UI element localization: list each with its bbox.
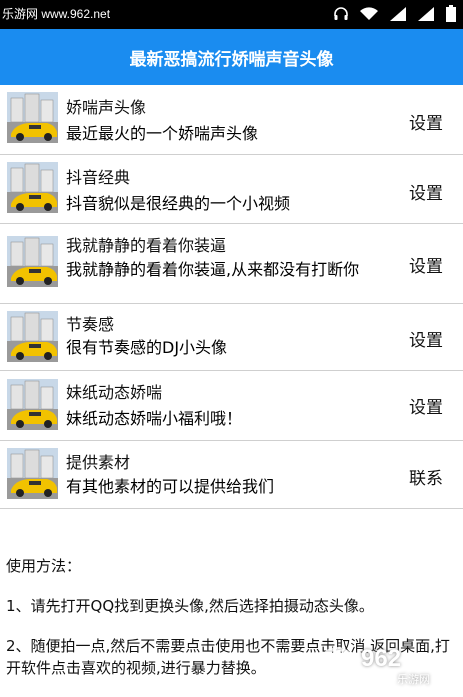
status-watermark: 乐游网 www.962.net	[2, 7, 111, 21]
item-title: 妹纸动态娇喘	[66, 383, 163, 402]
set-button[interactable]: 设置	[409, 179, 443, 204]
item-title: 节奏感	[66, 315, 115, 334]
app-title-bar: 最新恶搞流行娇喘声音头像	[0, 29, 463, 85]
avatar-thumbnail	[7, 448, 58, 499]
list-item[interactable]: 提供素材 有其他素材的可以提供给我们 联系	[0, 441, 463, 509]
wifi-icon	[359, 6, 379, 22]
list-item[interactable]: 我就静静的看着你装逼 我就静静的看着你装逼,从来都没有打断你 设置	[0, 224, 463, 304]
avatar-thumbnail	[7, 92, 58, 143]
item-subtitle: 有其他素材的可以提供给我们	[66, 477, 275, 496]
instructions-step-1: 1、请先打开QQ找到更换头像,然后选择拍摄动态头像。	[6, 597, 374, 615]
headset-icon	[333, 6, 349, 22]
item-title: 我就静静的看着你装逼	[66, 236, 227, 255]
avatar-list: 娇喘声头像 最近最火的一个娇喘声头像 设置 抖音经典 抖音貌似是很经典的一个小视…	[0, 85, 463, 509]
status-bar: 乐游网 www.962.net	[0, 0, 463, 29]
avatar-thumbnail	[7, 311, 58, 362]
site-watermark: 962 乐游网	[317, 643, 457, 689]
list-item[interactable]: 娇喘声头像 最近最火的一个娇喘声头像 设置	[0, 85, 463, 155]
avatar-thumbnail	[7, 162, 58, 213]
set-button[interactable]: 设置	[409, 393, 443, 418]
item-subtitle: 我就静静的看着你装逼,从来都没有打断你	[66, 260, 360, 279]
set-button[interactable]: 设置	[409, 326, 443, 351]
watermark-sub: 乐游网	[397, 674, 430, 686]
list-item[interactable]: 抖音经典 抖音貌似是很经典的一个小视频 设置	[0, 155, 463, 224]
instructions-heading: 使用方法：	[6, 557, 82, 575]
avatar-thumbnail	[7, 379, 58, 430]
page-title: 最新恶搞流行娇喘声音头像	[129, 49, 334, 70]
avatar-thumbnail	[7, 236, 58, 287]
item-title: 抖音经典	[66, 168, 131, 187]
item-title: 提供素材	[66, 453, 131, 472]
watermark-logo-icon	[318, 647, 356, 685]
item-subtitle: 抖音貌似是很经典的一个小视频	[66, 194, 291, 213]
contact-button[interactable]: 联系	[409, 464, 443, 489]
item-title: 娇喘声头像	[66, 98, 147, 117]
set-button[interactable]: 设置	[409, 252, 443, 277]
list-item[interactable]: 节奏感 很有节奏感的DJ小头像 设置	[0, 304, 463, 371]
signal-icon	[389, 6, 407, 22]
item-subtitle: 最近最火的一个娇喘声头像	[66, 124, 259, 143]
item-subtitle: 妹纸动态娇喘小福利哦！	[66, 409, 243, 428]
battery-icon	[445, 5, 457, 23]
item-subtitle: 很有节奏感的DJ小头像	[66, 338, 228, 357]
signal-icon	[417, 6, 435, 22]
watermark-brand: 962	[361, 645, 402, 672]
set-button[interactable]: 设置	[409, 109, 443, 134]
status-icons	[333, 4, 457, 24]
list-item[interactable]: 妹纸动态娇喘 妹纸动态娇喘小福利哦！ 设置	[0, 371, 463, 441]
